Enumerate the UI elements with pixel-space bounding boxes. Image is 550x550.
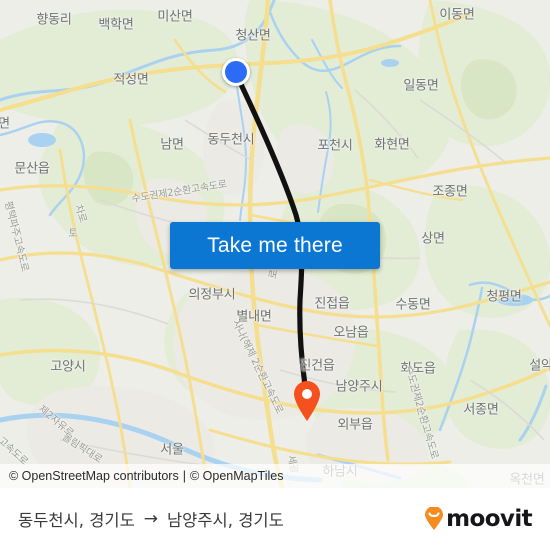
map-pin-icon — [294, 381, 320, 421]
map-attribution: © OpenStreetMap contributors | © OpenMap… — [0, 464, 550, 488]
route-summary: 동두천시, 경기도 → 남양주시, 경기도 — [18, 507, 284, 531]
destination-label: 남양주시, 경기도 — [167, 511, 284, 530]
map-view[interactable]: 향동리 백학면 미산면 청산면 이동면 적성면 일동면 면 남면 동두천시 포천시 화현면 문산읍 조종면… — [0, 0, 550, 488]
footer-bar: 동두천시, 경기도 → 남양주시, 경기도 moovit — [0, 488, 550, 550]
take-me-there-button[interactable]: Take me there — [170, 222, 380, 269]
cta-label: Take me there — [207, 233, 343, 257]
attribution-openmaptiles[interactable]: © OpenMapTiles — [190, 469, 284, 483]
moovit-pin-icon — [425, 507, 444, 530]
moovit-logo[interactable]: moovit — [423, 506, 533, 532]
attribution-osm[interactable]: © OpenStreetMap contributors — [9, 469, 179, 483]
moovit-route-card: 향동리 백학면 미산면 청산면 이동면 적성면 일동면 면 남면 동두천시 포천시 화현면 문산읍 조종면… — [0, 0, 550, 550]
attribution-separator: | — [182, 469, 186, 483]
moovit-wordmark: moovit — [446, 506, 532, 532]
arrow-right-icon: → — [143, 508, 158, 529]
destination-marker[interactable] — [292, 380, 322, 422]
origin-marker[interactable] — [222, 58, 250, 86]
origin-label: 동두천시, 경기도 — [18, 511, 135, 530]
